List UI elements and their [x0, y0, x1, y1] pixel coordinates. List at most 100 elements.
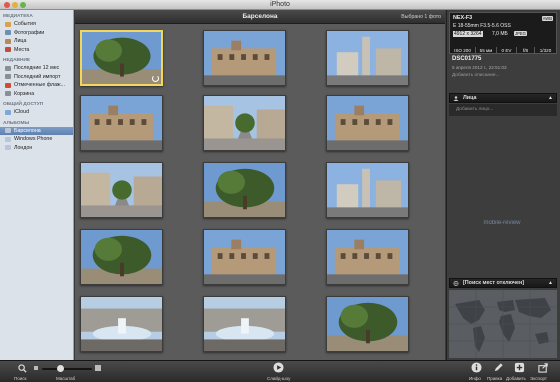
- photo-thumbnail[interactable]: [326, 30, 409, 86]
- sidebar-item[interactable]: События: [0, 20, 73, 29]
- sidebar-item-label: Последний импорт: [14, 73, 61, 80]
- sidebar-item-label: Последние 12 мес: [14, 65, 60, 72]
- sidebar-item[interactable]: Фотографии: [0, 29, 73, 38]
- edit-label: Правка: [487, 376, 503, 381]
- slideshow-button[interactable]: [272, 362, 284, 374]
- add-label: Добавить: [506, 376, 526, 381]
- photo-thumbnail[interactable]: [203, 162, 286, 218]
- sidebar-item-label: Барселона: [14, 127, 41, 134]
- photo-image: [204, 297, 285, 351]
- map-section-header[interactable]: [Поиск мест отключен] ▲: [449, 278, 557, 288]
- sidebar-item[interactable]: Последний импорт: [0, 73, 73, 82]
- album-icon: [5, 136, 11, 142]
- export-button[interactable]: [537, 362, 549, 374]
- photo-thumbnail[interactable]: [80, 229, 163, 285]
- event-header: Барселона Выбрано 1 фото: [75, 10, 445, 24]
- title-bar: iPhoto: [0, 0, 560, 10]
- photo-thumbnail[interactable]: [326, 296, 409, 352]
- exif-panel: NEX-F3 AWB E 18-55mm F3.5-5.6 OSS 4912 x…: [449, 12, 557, 54]
- search-button[interactable]: [14, 361, 30, 374]
- cloud-icon: [5, 109, 11, 115]
- sidebar-item-label: iCloud: [14, 109, 30, 116]
- photo-thumbnail[interactable]: [326, 229, 409, 285]
- sidebar-item[interactable]: Лондон: [0, 144, 73, 153]
- rotate-icon[interactable]: [152, 75, 159, 82]
- pencil-icon: [494, 363, 503, 372]
- sidebar-item-label: События: [14, 21, 36, 28]
- zoom-label: Масштаб: [56, 376, 76, 381]
- photo-image: [81, 297, 162, 351]
- info-button[interactable]: [470, 362, 482, 374]
- map-header-label: [Поиск мест отключен]: [463, 280, 525, 286]
- sidebar-item[interactable]: Лица: [0, 37, 73, 46]
- plus-icon: [514, 362, 524, 373]
- zoom-small-icon: [34, 366, 38, 370]
- photo-thumbnail[interactable]: [203, 229, 286, 285]
- photo-thumbnail[interactable]: [203, 95, 286, 151]
- lens-info: E 18-55mm F3.5-5.6 OSS: [453, 23, 511, 29]
- sidebar-item[interactable]: Места: [0, 46, 73, 55]
- photo-image: [327, 163, 408, 217]
- photo-thumbnail[interactable]: [326, 162, 409, 218]
- trash-icon: [5, 91, 11, 97]
- iso-cell: ISO 200: [450, 47, 476, 54]
- photo-thumbnail[interactable]: [80, 162, 163, 218]
- photo-thumbnail[interactable]: [203, 30, 286, 86]
- sidebar-item-label: Лондон: [14, 144, 33, 151]
- aperture-cell: f/8: [517, 47, 535, 54]
- sidebar-section-header: НЕДАВНИЕ: [3, 58, 31, 63]
- photo-thumbnail[interactable]: [80, 30, 163, 86]
- photo-image: [327, 297, 408, 351]
- format-badge: JPEG: [514, 31, 527, 36]
- person-icon: [453, 96, 459, 101]
- photo-thumbnail[interactable]: [80, 95, 163, 151]
- photo-grid: [75, 24, 445, 360]
- sidebar-item[interactable]: iCloud: [0, 108, 73, 117]
- add-button[interactable]: [513, 362, 525, 374]
- world-map[interactable]: [449, 290, 557, 358]
- sidebar-item-label: Windows Phone: [14, 136, 53, 143]
- photo-thumbnail[interactable]: [203, 296, 286, 352]
- exposure-bias-cell: 0 EV: [497, 47, 517, 54]
- sidebar-item[interactable]: Корзина: [0, 90, 73, 99]
- sidebar-section-header: МЕДИАТЕКА: [3, 14, 33, 19]
- import-icon: [5, 74, 11, 80]
- event-title: Барселона: [242, 13, 278, 20]
- photo-image: [81, 163, 162, 217]
- photo-browser: Барселона Выбрано 1 фото: [75, 10, 445, 360]
- window-title: iPhoto: [270, 1, 290, 8]
- sidebar-item-label: Лица: [14, 38, 27, 45]
- photo-image: [204, 230, 285, 284]
- zoom-large-icon: [95, 365, 101, 371]
- photo-image: [81, 96, 162, 150]
- info-panel: NEX-F3 AWB E 18-55mm F3.5-5.6 OSS 4912 x…: [446, 10, 560, 360]
- shutter-cell: 1/320: [539, 48, 552, 53]
- zoom-slider-knob[interactable]: [57, 365, 65, 372]
- description-field[interactable]: Добавить описание...: [452, 73, 500, 78]
- photo-thumbnail[interactable]: [80, 296, 163, 352]
- photo-image: [82, 32, 161, 84]
- sidebar-item-label: Отмеченные флаж...: [14, 82, 65, 89]
- photo-thumbnail[interactable]: [326, 95, 409, 151]
- sidebar-section-header: АЛЬБОМЫ: [3, 120, 30, 126]
- edit-button[interactable]: [492, 362, 504, 374]
- photo-image: [204, 31, 285, 85]
- faces-section-header[interactable]: Лица ▲: [449, 93, 557, 103]
- slideshow-label: Слайд-шоу: [267, 376, 291, 381]
- sidebar-item[interactable]: Барселона: [0, 126, 73, 135]
- zoom-slider[interactable]: [42, 365, 92, 372]
- search-label: Поиск: [14, 376, 27, 381]
- selection-count: Выбрано 1 фото: [401, 14, 441, 20]
- file-name[interactable]: DSC01775: [452, 56, 481, 62]
- watermark: mobile-review: [483, 220, 521, 226]
- sidebar-item[interactable]: Windows Phone: [0, 135, 73, 144]
- file-size: 7,0 МБ: [492, 31, 508, 37]
- photo-image: [204, 163, 285, 217]
- sidebar-item-label: Корзина: [14, 90, 35, 97]
- photo-image: [204, 96, 285, 150]
- add-face-field[interactable]: Добавить лицо...: [449, 104, 557, 116]
- export-label: Экспорт: [530, 376, 547, 381]
- sidebar-item[interactable]: Последние 12 мес: [0, 64, 73, 73]
- sidebar-item[interactable]: Отмеченные флаж...: [0, 81, 73, 90]
- info-label: Инфо: [469, 376, 481, 381]
